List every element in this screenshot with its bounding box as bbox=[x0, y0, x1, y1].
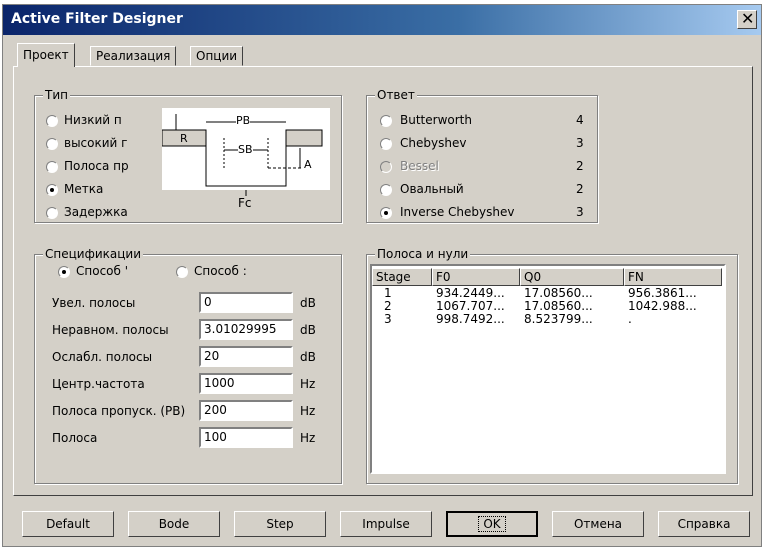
help-button[interactable]: Справка bbox=[658, 511, 750, 537]
table-cell-f0: 934.2449... bbox=[436, 286, 505, 300]
table-cell-q0: 8.523799... bbox=[524, 312, 593, 326]
response-radio-bessel[interactable] bbox=[380, 161, 392, 173]
response-order-elliptic: 2 bbox=[576, 182, 584, 196]
table-cell-f0: 1067.707... bbox=[436, 299, 505, 313]
type-label-lowpass: Низкий п bbox=[64, 113, 122, 127]
field-passband-ripple[interactable]: 3.01029995 bbox=[199, 319, 293, 340]
table-cell-fn: 1042.988... bbox=[628, 299, 697, 313]
diagram-fc-label: Fc bbox=[238, 196, 252, 210]
ok-button-label: OK bbox=[478, 516, 506, 532]
spec-group-label: Спецификации bbox=[43, 247, 143, 261]
response-group-label: Ответ bbox=[375, 88, 417, 102]
type-radio-delay[interactable] bbox=[46, 207, 58, 219]
tab-project[interactable]: Проект bbox=[17, 43, 75, 67]
poles-table[interactable]: Stage F0 Q0 FN 1 934.2449... 17.08560...… bbox=[370, 264, 726, 474]
field-label-stopband-attenuation: Ослабл. полосы bbox=[52, 350, 153, 364]
impulse-button[interactable]: Impulse bbox=[340, 511, 432, 537]
column-header-fn[interactable]: FN bbox=[624, 268, 722, 286]
table-cell-fn: 956.3861... bbox=[628, 286, 697, 300]
type-radio-notch[interactable] bbox=[46, 184, 58, 196]
field-unit-center-frequency: Hz bbox=[300, 377, 316, 391]
type-radio-bandpass[interactable] bbox=[46, 161, 58, 173]
cancel-button[interactable]: Отмена bbox=[552, 511, 644, 537]
ok-button[interactable]: OK bbox=[446, 511, 538, 537]
spec-mode-label-2: Способ : bbox=[194, 264, 247, 278]
response-label-bessel: Bessel bbox=[400, 159, 439, 173]
field-stopband-attenuation[interactable]: 20 bbox=[199, 346, 293, 367]
tab-options[interactable]: Опции bbox=[190, 46, 244, 66]
spec-mode-radio-2[interactable] bbox=[176, 266, 188, 278]
type-group-label: Тип bbox=[43, 88, 70, 102]
table-cell-f0: 998.7492... bbox=[436, 312, 505, 326]
response-order-inverse-chebyshev: 3 bbox=[576, 205, 584, 219]
type-radio-highpass[interactable] bbox=[46, 138, 58, 150]
table-cell-q0: 17.08560... bbox=[524, 286, 593, 300]
field-unit-stopband-attenuation: dB bbox=[300, 350, 316, 364]
diagram-sb-label: SB bbox=[238, 143, 253, 156]
tab-implementation[interactable]: Реализация bbox=[90, 46, 177, 66]
table-cell-stage: 2 bbox=[384, 299, 392, 313]
type-label-highpass: высокий г bbox=[64, 136, 128, 150]
response-radio-elliptic[interactable] bbox=[380, 184, 392, 196]
spec-mode-radio-1[interactable] bbox=[58, 266, 70, 278]
type-label-bandpass: Полоса пр bbox=[64, 159, 129, 173]
response-radio-chebyshev[interactable] bbox=[380, 138, 392, 150]
field-passband-gain[interactable]: 0 bbox=[199, 292, 293, 313]
column-header-f0[interactable]: F0 bbox=[432, 268, 520, 286]
field-unit-passband-ripple: dB bbox=[300, 323, 316, 337]
field-label-center-frequency: Центр.частота bbox=[52, 377, 145, 391]
field-label-passband-ripple: Неравном. полосы bbox=[52, 323, 169, 337]
spec-group: Спецификации bbox=[34, 247, 342, 484]
table-cell-fn: . bbox=[628, 312, 632, 326]
field-unit-passband-gain: dB bbox=[300, 296, 316, 310]
response-label-chebyshev: Chebyshev bbox=[400, 136, 467, 150]
column-header-q0[interactable]: Q0 bbox=[520, 268, 624, 286]
window-title: Active Filter Designer bbox=[11, 11, 183, 27]
bode-button[interactable]: Bode bbox=[128, 511, 220, 537]
table-cell-q0: 17.08560... bbox=[524, 299, 593, 313]
diagram-pb-label: PB bbox=[236, 114, 251, 127]
field-passband-width[interactable]: 200 bbox=[199, 400, 293, 421]
default-button[interactable]: Default bbox=[22, 511, 114, 537]
field-label-passband-gain: Увел. полосы bbox=[52, 296, 136, 310]
spec-mode-label-1: Способ ' bbox=[76, 264, 129, 278]
title-bar[interactable]: Active Filter Designer ✕ bbox=[3, 5, 761, 35]
close-icon: ✕ bbox=[741, 9, 755, 28]
response-label-elliptic: Овальный bbox=[400, 182, 464, 196]
column-header-stage[interactable]: Stage bbox=[372, 268, 432, 286]
field-center-frequency[interactable]: 1000 bbox=[199, 373, 293, 394]
type-label-delay: Задержка bbox=[64, 205, 128, 219]
close-button[interactable]: ✕ bbox=[737, 9, 757, 29]
response-order-chebyshev: 3 bbox=[576, 136, 584, 150]
field-unit-stopband-width: Hz bbox=[300, 431, 316, 445]
response-radio-butterworth[interactable] bbox=[380, 115, 392, 127]
field-unit-passband-width: Hz bbox=[300, 404, 316, 418]
field-stopband-width[interactable]: 100 bbox=[199, 427, 293, 448]
response-order-bessel: 2 bbox=[576, 159, 584, 173]
table-cell-stage: 1 bbox=[384, 286, 392, 300]
diagram-r-label: R bbox=[180, 132, 188, 145]
type-label-notch: Метка bbox=[64, 182, 104, 196]
field-label-passband-width: Полоса пропуск. (PB) bbox=[52, 404, 186, 418]
step-button[interactable]: Step bbox=[234, 511, 326, 537]
poles-group-label: Полоса и нули bbox=[375, 247, 471, 261]
response-label-butterworth: Butterworth bbox=[400, 113, 472, 127]
response-order-butterworth: 4 bbox=[576, 113, 584, 127]
field-label-stopband-width: Полоса bbox=[52, 431, 98, 445]
diagram-a-label: A bbox=[304, 158, 312, 171]
response-label-inverse-chebyshev: Inverse Chebyshev bbox=[400, 205, 515, 219]
type-radio-lowpass[interactable] bbox=[46, 115, 58, 127]
response-radio-inverse-chebyshev[interactable] bbox=[380, 207, 392, 219]
table-cell-stage: 3 bbox=[384, 312, 392, 326]
filter-response-diagram: PB SB R A Fc bbox=[162, 108, 330, 216]
